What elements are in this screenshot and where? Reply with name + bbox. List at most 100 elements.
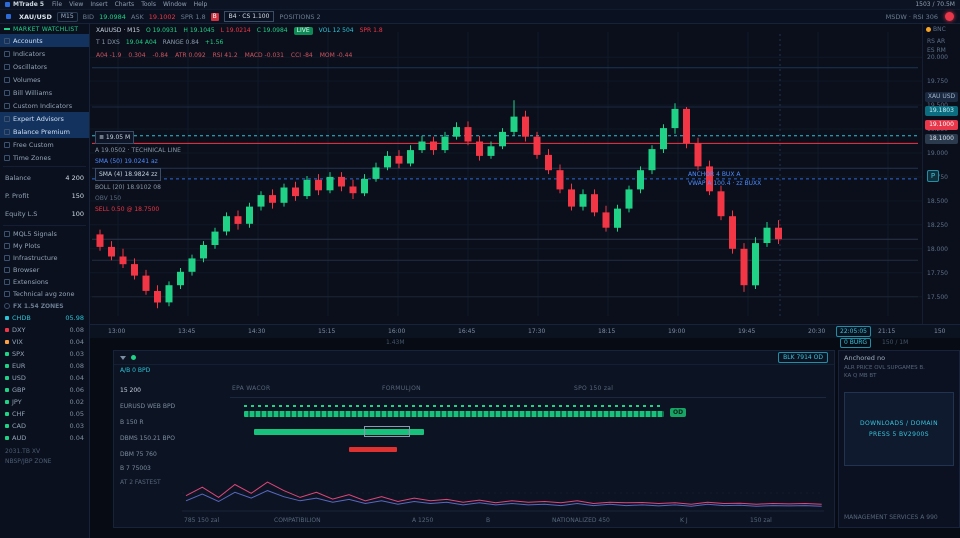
sidebar-item-expert-advisors[interactable]: Expert Advisors — [0, 112, 89, 125]
depth-row-label: 15 200 — [120, 387, 141, 394]
watchlist-title: MARKET WATCHLIST — [13, 26, 78, 33]
indicator-label: BOLL (20) 18.9102 08 — [95, 184, 161, 191]
menu-item[interactable]: Window — [163, 1, 187, 8]
depth-row-label: DBMS 150.21 BPO — [120, 435, 175, 442]
chart-stats-row: A04 -1.90.304-0.84ATR 0.092RSI 41.2MACD … — [96, 52, 352, 59]
fx-row-special[interactable]: CHDB05.98 — [0, 312, 89, 324]
menu-list: File View Insert Charts Tools Window Help — [52, 1, 214, 8]
depth-panel-header: BLK 7914 OD — [114, 351, 834, 365]
volume-readout: 1.43M — [386, 339, 405, 346]
stat-value: MOM -0.44 — [320, 52, 353, 59]
sidebar-item-balance-premium[interactable]: Balance Premium — [0, 125, 89, 138]
fx-value: 05.98 — [65, 314, 84, 322]
symbol-badge[interactable]: XAU USD — [925, 92, 958, 102]
fx-row-aud[interactable]: AUD0.04 — [0, 432, 89, 444]
dot-icon — [5, 376, 9, 380]
record-button[interactable] — [945, 12, 954, 21]
tool-icon — [4, 291, 10, 297]
fx-row-dxy[interactable]: DXY0.08 — [0, 324, 89, 336]
indicator-price-badge[interactable]: 19.1803 — [925, 106, 958, 116]
annotation-line: VWAP A 100.4 · zz BUXX — [688, 179, 761, 188]
menu-item[interactable]: File — [52, 1, 62, 8]
fx-value: 0.02 — [70, 398, 84, 406]
trading-terminal: MTrade 5 FileViewInsertChartsToolsWindow… — [0, 0, 960, 538]
sidebar-item-indicators[interactable]: Indicators — [0, 47, 89, 60]
tool-item-technical-avg-zone[interactable]: Technical avg zone — [0, 288, 89, 300]
grid-icon — [6, 14, 11, 19]
live-badge: LIVE — [294, 27, 313, 35]
fx-section-title: FX 1.54 ZONES — [13, 303, 64, 310]
ohlc-segment: H 19.1045 — [183, 27, 214, 35]
price-tick: 18.250 — [927, 222, 948, 229]
sidebar-item-bill-williams[interactable]: Bill Williams — [0, 86, 89, 99]
fx-row-gbp[interactable]: GBP0.06 — [0, 384, 89, 396]
indicator-label: A 19.0502 · TECHNICAL LINE — [95, 147, 181, 154]
panel-title: Anchored no — [844, 354, 954, 362]
sell-price-badge[interactable]: 19.1000 — [925, 120, 958, 130]
menu-item[interactable]: Insert — [90, 1, 107, 8]
fx-row-cad[interactable]: CAD0.03 — [0, 420, 89, 432]
range-marker[interactable] — [364, 426, 410, 437]
tool-item-mql5-signals[interactable]: MQL5 Signals — [0, 228, 89, 240]
folder-icon — [4, 38, 10, 44]
block-badge[interactable]: BLK 7914 OD — [778, 352, 828, 363]
fx-row-jpy[interactable]: JPY0.02 — [0, 396, 89, 408]
dot-icon — [5, 328, 9, 332]
ohlc-segment: VOL 12 504 — [319, 27, 354, 35]
ask-price: 19.1002 — [149, 13, 176, 21]
tool-item-infrastructure[interactable]: Infrastructure — [0, 252, 89, 264]
sidebar-item-free-custom[interactable]: Free Custom — [0, 138, 89, 151]
sidebar-item-oscillators[interactable]: Oscillators — [0, 60, 89, 73]
anchor-badge[interactable]: 0 BURG — [840, 338, 871, 348]
menu-item[interactable]: Help — [194, 1, 208, 8]
menu-item[interactable]: View — [69, 1, 83, 8]
tool-item-my-plots[interactable]: My Plots — [0, 240, 89, 252]
tool-item-browser[interactable]: Browser — [0, 264, 89, 276]
corner-label: 150 — [934, 328, 945, 335]
pin-tool-button[interactable]: P — [927, 170, 939, 182]
fx-code: DXY — [12, 326, 67, 334]
depth-row-label: B 7 75003 — [120, 465, 151, 472]
tool-item-label: Technical avg zone — [13, 290, 74, 298]
folder-icon — [4, 129, 10, 135]
spread-label: SPR 1.8 — [181, 13, 206, 21]
sidebar-item-accounts[interactable]: Accounts — [0, 34, 89, 47]
feed-indicator: BNC — [926, 26, 946, 33]
tool-item-extensions[interactable]: Extensions — [0, 276, 89, 288]
tool-item-label: Infrastructure — [13, 254, 57, 262]
sidebar-item-time-zones[interactable]: Time Zones — [0, 151, 89, 164]
folder-icon — [4, 103, 10, 109]
fx-code: GBP — [12, 386, 67, 394]
ohlc-segment: O 19.0931 — [146, 27, 177, 35]
chevron-down-icon[interactable] — [120, 356, 126, 360]
sell-marker-icon[interactable]: B — [211, 13, 219, 21]
ask-label: ASK — [131, 13, 144, 21]
sidebar-item-volumes[interactable]: Volumes — [0, 73, 89, 86]
menu-item[interactable]: Tools — [141, 1, 156, 8]
divider — [3, 225, 86, 226]
indicator-badge[interactable]: ≣ 19.05 M — [95, 131, 134, 144]
last-price-badge: 18.1000 — [925, 134, 958, 144]
indicator-badge[interactable]: SMA (4) 18.9824 zz — [95, 168, 161, 181]
fx-row-usd[interactable]: USD0.04 — [0, 372, 89, 384]
tool-icon — [4, 243, 10, 249]
fx-row-vix[interactable]: VIX0.04 — [0, 336, 89, 348]
timeframe-badge[interactable]: M15 — [57, 12, 78, 22]
menu-item[interactable]: Charts — [115, 1, 135, 8]
indicator-legend: ≣ 19.05 M A 19.0502 · TECHNICAL LINE SMA (… — [95, 130, 181, 215]
fx-row-chf[interactable]: CHF0.05 — [0, 408, 89, 420]
ohlc-segment: L 19.0214 — [221, 27, 251, 35]
sidebar-item-custom-indicators[interactable]: Custom Indicators — [0, 99, 89, 112]
bar-badge: OD — [670, 408, 686, 417]
sidebar-footer: 2031.TB XV NBSP/JBP ZONE — [0, 444, 89, 470]
fx-row-eur[interactable]: EUR0.08 — [0, 360, 89, 372]
order-box-button[interactable]: B4 · CS 1.100 — [224, 11, 275, 22]
time-label: 16:00 — [388, 328, 405, 335]
fx-row-spx[interactable]: SPX0.03 — [0, 348, 89, 360]
footer-link[interactable]: MANAGEMENT SERVICES A 990 — [844, 514, 938, 521]
chart-annotation: ANCHOR 4 BUX A VWAP A 100.4 · zz BUXX — [688, 170, 761, 188]
tool-icon — [4, 267, 10, 273]
fx-code: JPY — [12, 398, 67, 406]
price-tick: 17.500 — [927, 294, 948, 301]
sidebar-item-label: Bill Williams — [13, 89, 52, 97]
